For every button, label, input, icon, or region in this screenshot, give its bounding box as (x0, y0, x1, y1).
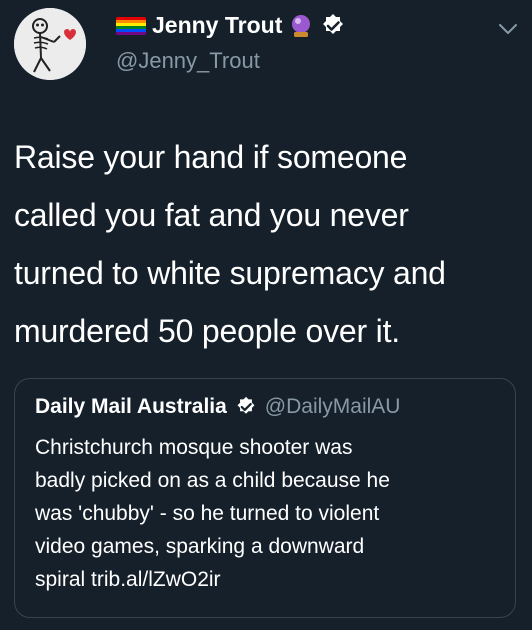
quoted-tweet[interactable]: Daily Mail Australia @DailyMailAU Christ… (14, 378, 516, 618)
tweet-text-line: murdered 50 people over it. (14, 313, 400, 349)
crystal-ball-icon (292, 14, 311, 37)
quoted-text-line: Christchurch mosque shooter was (35, 436, 353, 459)
quoted-tweet-link[interactable]: trib.al/lZwO2ir (91, 568, 221, 591)
tweet-text: Raise your hand if someone called you fa… (14, 128, 524, 360)
author-name[interactable]: Jenny Trout (152, 12, 282, 39)
quoted-tweet-header: Daily Mail Australia @DailyMailAU (35, 395, 400, 419)
quoted-author-name[interactable]: Daily Mail Australia (35, 395, 227, 419)
author-avatar[interactable] (14, 8, 86, 80)
quoted-tweet-text: Christchurch mosque shooter was badly pi… (35, 431, 505, 596)
chevron-down-icon[interactable] (498, 22, 518, 36)
rainbow-flag-icon (116, 16, 146, 35)
tweet-text-line: called you fat and you never (14, 197, 409, 233)
author-handle[interactable]: @Jenny_Trout (116, 48, 260, 74)
verified-badge-icon (237, 396, 255, 414)
tweet-text-line: Raise your hand if someone (14, 139, 408, 175)
author-name-row: Jenny Trout (116, 12, 346, 39)
quoted-text-line: spiral trib.al/lZwO2ir (35, 563, 505, 596)
quoted-text-line: badly picked on as a child because he (35, 469, 390, 492)
verified-badge-icon (323, 13, 344, 34)
quoted-text-line-prefix: spiral (35, 568, 92, 591)
tweet-card: Jenny Trout @Jenny_Trout Raise your hand… (0, 0, 532, 630)
tweet-text-line: turned to white supremacy and (14, 255, 446, 291)
quoted-text-line: video games, sparking a downward (35, 535, 365, 558)
skeleton-illustration-icon (14, 8, 86, 80)
quoted-text-line: was 'chubby' - so he turned to violent (35, 502, 380, 525)
quoted-author-handle[interactable]: @DailyMailAU (265, 395, 401, 419)
